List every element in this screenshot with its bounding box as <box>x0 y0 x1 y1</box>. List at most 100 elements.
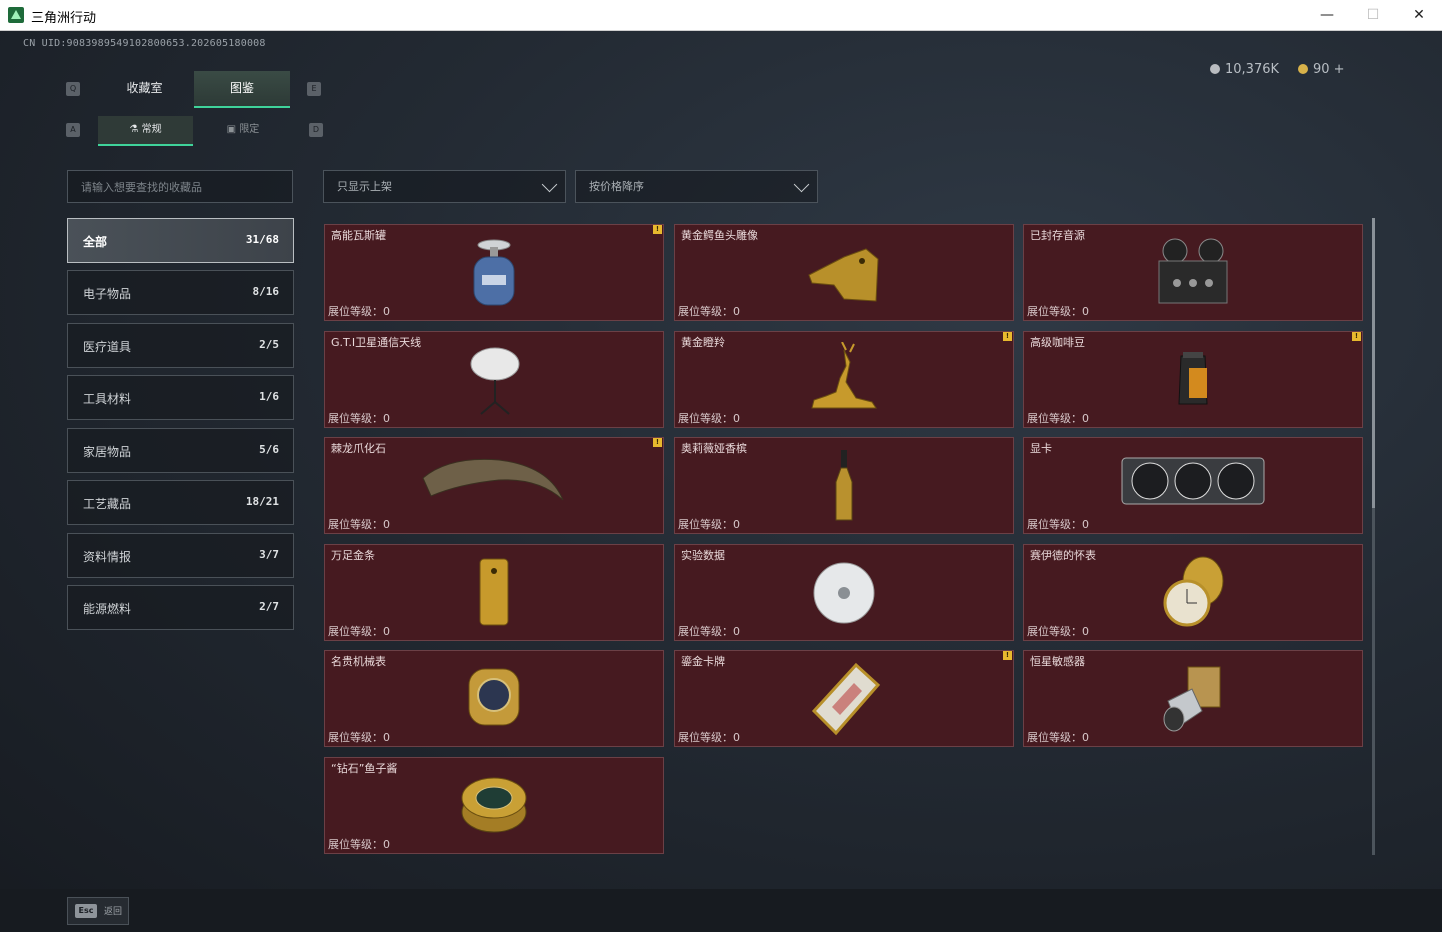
category-tools[interactable]: 工具材料 1/6 <box>67 375 294 420</box>
sort-dropdown[interactable]: 按价格降序 <box>575 170 818 203</box>
category-household[interactable]: 家居物品 5/6 <box>67 428 294 473</box>
level-label: 展位等级： <box>1027 731 1082 744</box>
level-label: 展位等级： <box>678 412 733 425</box>
subtab-limited-label: 限定 <box>239 124 260 135</box>
level-text: 展位等级：0 <box>1027 303 1089 319</box>
category-crafts[interactable]: 工艺藏品 18/21 <box>67 480 294 525</box>
item-name: 高级咖啡豆 <box>1030 336 1085 349</box>
currency-silver: 10,376K <box>1210 62 1279 77</box>
item-name: 恒星敏感器 <box>1030 655 1085 668</box>
tab-catalog[interactable]: 图鉴 <box>194 71 290 108</box>
close-button[interactable]: ✕ <box>1396 0 1442 30</box>
item-card[interactable]: 棘龙爪化石 ! 展位等级：0 <box>324 437 664 534</box>
category-count: 18/21 <box>245 495 279 508</box>
category-name: 资料情报 <box>83 550 132 564</box>
item-card[interactable]: 已封存音源 展位等级：0 <box>1023 224 1363 321</box>
gold-crocodile-head-icon <box>808 248 879 302</box>
category-intel[interactable]: 资料情报 3/7 <box>67 533 294 578</box>
silver-amount: 10,376K <box>1225 62 1280 77</box>
level-text: 展位等级：0 <box>328 729 390 745</box>
level-text: 展位等级：0 <box>678 516 740 532</box>
minimize-button[interactable]: — <box>1304 0 1350 30</box>
level-value: 0 <box>383 518 390 531</box>
item-card[interactable]: 高能瓦斯罐 ! 展位等级：0 <box>324 224 664 321</box>
item-card[interactable]: G.T.I卫星通信天线 展位等级：0 <box>324 331 664 428</box>
item-name: 万足金条 <box>331 549 375 562</box>
level-label: 展位等级： <box>328 625 383 638</box>
back-button[interactable]: Esc 返回 <box>67 897 129 925</box>
category-name: 医疗道具 <box>83 340 132 354</box>
category-name: 全部 <box>83 235 108 249</box>
level-value: 0 <box>383 305 390 318</box>
item-card[interactable]: 鎏金卡牌 ! 展位等级：0 <box>674 650 1014 747</box>
search-input[interactable] <box>79 171 283 204</box>
coffee-bag-icon <box>1178 352 1208 405</box>
item-name: 黄金鳄鱼头雕像 <box>681 229 758 242</box>
item-card[interactable]: 黄金瞪羚 ! 展位等级：0 <box>674 331 1014 428</box>
item-name: 已封存音源 <box>1030 229 1085 242</box>
item-card[interactable]: 高级咖啡豆 ! 展位等级：0 <box>1023 331 1363 428</box>
graphics-card-icon <box>1121 457 1265 505</box>
level-value: 0 <box>383 625 390 638</box>
item-card[interactable]: 显卡 展位等级：0 <box>1023 437 1363 534</box>
star-sensor-icon <box>1163 666 1221 732</box>
tab-collection-room[interactable]: 收藏室 <box>96 71 193 106</box>
category-name: 工具材料 <box>83 392 132 406</box>
category-medical[interactable]: 医疗道具 2/5 <box>67 323 294 368</box>
level-text: 展位等级：0 <box>678 623 740 639</box>
item-card[interactable]: 赛伊德的怀表 展位等级：0 <box>1023 544 1363 641</box>
subtab-regular-label: 常规 <box>141 124 162 135</box>
item-card[interactable]: 万足金条 展位等级：0 <box>324 544 664 641</box>
level-label: 展位等级： <box>328 731 383 744</box>
level-label: 展位等级： <box>678 305 733 318</box>
app-logo-icon <box>8 7 24 23</box>
uid-label: CN UID:9083989549102800653.202605180008 <box>23 38 266 49</box>
grid-scrollbar-thumb[interactable] <box>1372 218 1375 508</box>
item-name: “钻石”鱼子酱 <box>331 762 398 775</box>
category-name: 家居物品 <box>83 445 132 459</box>
category-count: 3/7 <box>259 548 279 561</box>
category-energy[interactable]: 能源燃料 2/7 <box>67 585 294 630</box>
item-card[interactable]: 名贵机械表 展位等级：0 <box>324 650 664 747</box>
key-hint-d: D <box>309 123 323 137</box>
gilded-card-icon <box>811 662 881 736</box>
item-card[interactable]: “钻石”鱼子酱 展位等级：0 <box>324 757 664 854</box>
level-label: 展位等级： <box>1027 518 1082 531</box>
item-card[interactable]: 黄金鳄鱼头雕像 展位等级：0 <box>674 224 1014 321</box>
item-name: 实验数据 <box>681 549 725 562</box>
window-title: 三角洲行动 <box>31 10 97 25</box>
sort-label: 按价格降序 <box>589 180 644 193</box>
new-badge: ! <box>653 225 662 234</box>
esc-key-hint: Esc <box>75 904 97 918</box>
level-value: 0 <box>733 625 740 638</box>
level-value: 0 <box>383 412 390 425</box>
reel-recorder-icon <box>1158 238 1228 304</box>
subtab-limited[interactable]: ▣ 限定 <box>195 116 291 144</box>
subtab-regular[interactable]: ⚗ 常规 <box>98 116 193 146</box>
maximize-button[interactable]: ☐ <box>1350 0 1396 30</box>
currency-gold[interactable]: 90 + <box>1298 62 1345 77</box>
back-label: 返回 <box>104 907 123 917</box>
item-card[interactable]: 奥莉薇娅香槟 展位等级：0 <box>674 437 1014 534</box>
category-name: 工艺藏品 <box>83 497 132 511</box>
item-name: G.T.I卫星通信天线 <box>331 336 422 349</box>
new-badge: ! <box>1003 332 1012 341</box>
item-card[interactable]: 恒星敏感器 展位等级：0 <box>1023 650 1363 747</box>
gold-coin-icon <box>1298 64 1308 74</box>
level-text: 展位等级：0 <box>1027 729 1089 745</box>
level-label: 展位等级： <box>1027 305 1082 318</box>
new-badge: ! <box>1003 651 1012 660</box>
item-card[interactable]: 实验数据 展位等级：0 <box>674 544 1014 641</box>
category-count: 2/5 <box>259 338 279 351</box>
champagne-icon <box>835 450 853 521</box>
level-value: 0 <box>1082 305 1089 318</box>
category-all[interactable]: 全部 31/68 <box>67 218 294 263</box>
level-value: 0 <box>1082 518 1089 531</box>
satellite-dish-icon <box>470 347 520 415</box>
category-name: 能源燃料 <box>83 602 132 616</box>
item-name: 奥莉薇娅香槟 <box>681 442 747 455</box>
search-box[interactable] <box>67 170 293 204</box>
category-electronics[interactable]: 电子物品 8/16 <box>67 270 294 315</box>
item-name: 显卡 <box>1030 442 1052 455</box>
filter-listed-dropdown[interactable]: 只显示上架 <box>323 170 566 203</box>
